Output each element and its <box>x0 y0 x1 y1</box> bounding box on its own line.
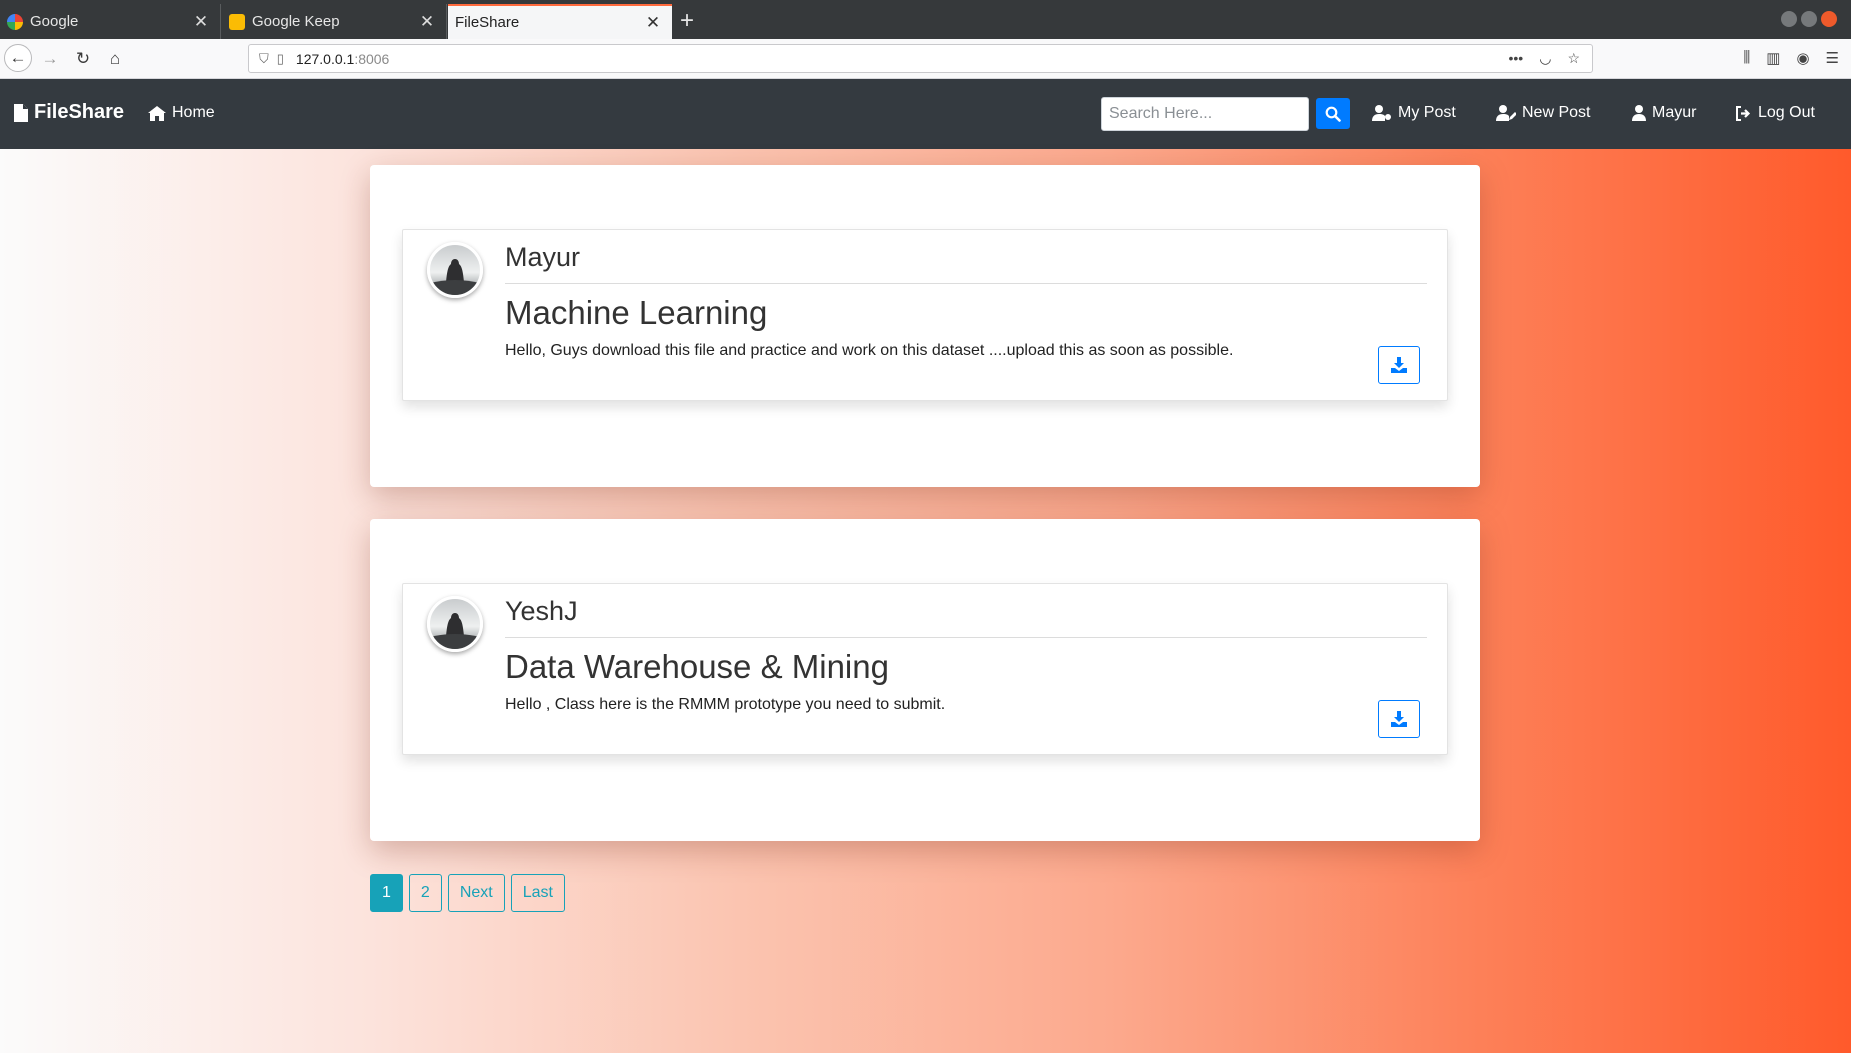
post-item: Mayur Machine Learning Hello, Guys downl… <box>402 229 1448 401</box>
search-icon <box>1325 106 1341 122</box>
file-icon <box>14 103 28 122</box>
forward-icon[interactable]: → <box>38 47 62 71</box>
last-page-button[interactable]: Last <box>510 874 565 912</box>
post-author: Mayur <box>505 242 581 272</box>
post-title: Data Warehouse & Mining <box>505 648 889 685</box>
minimize-icon[interactable] <box>1781 11 1797 27</box>
google-icon <box>7 13 23 30</box>
url-host: 127.0.0.1 <box>295 50 355 67</box>
page-1-button[interactable]: 1 <box>370 874 403 912</box>
person-silhouette-icon <box>430 613 480 649</box>
tab-fileshare[interactable]: FileShare ✕ <box>448 4 672 39</box>
back-icon[interactable]: ← <box>4 44 32 72</box>
tab-label: Google <box>30 13 79 30</box>
tab-google[interactable]: Google ✕ <box>0 4 221 39</box>
search-input[interactable] <box>1101 97 1309 131</box>
user-icon <box>1632 105 1646 121</box>
nav-logout[interactable]: Log Out <box>1735 104 1815 122</box>
post-description: Hello , Class here is the RMMM prototype… <box>505 696 946 713</box>
pagination: 1 2 Next Last <box>370 874 565 912</box>
tab-label: FileShare <box>455 14 520 31</box>
nav-new-post-label: New Post <box>1522 104 1591 121</box>
pocket-icon[interactable]: ◡ <box>1539 50 1551 67</box>
nav-logout-label: Log Out <box>1758 104 1815 121</box>
user-edit-icon <box>1496 105 1516 121</box>
home-icon[interactable]: ⌂ <box>103 47 127 71</box>
url-port: :8006 <box>354 50 390 67</box>
nav-user[interactable]: Mayur <box>1632 104 1696 122</box>
download-icon <box>1391 711 1407 727</box>
post-title: Machine Learning <box>505 294 768 331</box>
reload-icon[interactable]: ↻ <box>71 47 95 71</box>
home-icon <box>148 105 166 121</box>
nav-user-label: Mayur <box>1652 104 1697 121</box>
nav-new-post[interactable]: New Post <box>1496 104 1590 122</box>
sidebar-icon[interactable]: ▥ <box>1766 49 1780 67</box>
nav-my-post-label: My Post <box>1398 104 1456 121</box>
more-icon[interactable]: ••• <box>1509 50 1524 67</box>
window-close-icon[interactable] <box>1821 11 1837 27</box>
download-button[interactable] <box>1378 700 1420 738</box>
download-icon <box>1391 357 1407 373</box>
avatar <box>427 596 483 652</box>
next-page-button[interactable]: Next <box>447 874 505 912</box>
post-description: Hello, Guys download this file and pract… <box>505 342 1234 359</box>
keep-icon <box>229 13 245 30</box>
shield-icon[interactable]: ⛉ <box>259 51 269 67</box>
post-card: Mayur Machine Learning Hello, Guys downl… <box>370 165 1480 487</box>
person-silhouette-icon <box>430 259 480 295</box>
close-icon[interactable]: ✕ <box>644 13 662 33</box>
download-button[interactable] <box>1378 346 1420 384</box>
window-controls <box>1781 11 1837 27</box>
close-icon[interactable]: ✕ <box>418 12 436 32</box>
avatar <box>427 242 483 298</box>
nav-home-label: Home <box>172 104 215 121</box>
nav-home[interactable]: Home <box>148 104 215 122</box>
post-card: YeshJ Data Warehouse & Mining Hello , Cl… <box>370 519 1480 841</box>
maximize-icon[interactable] <box>1801 11 1817 27</box>
search-button[interactable] <box>1316 98 1350 129</box>
post-item: YeshJ Data Warehouse & Mining Hello , Cl… <box>402 583 1448 755</box>
account-icon[interactable]: ◉ <box>1796 49 1809 67</box>
browser-toolbar: ← → ↻ ⌂ ⛉ ▯ 127.0.0.1:8006 ••• ◡ ☆ ⫼ ▥ ◉… <box>0 39 1851 79</box>
tab-label: Google Keep <box>252 13 340 30</box>
brand-label: FileShare <box>34 101 125 123</box>
sign-out-icon <box>1736 105 1751 121</box>
browser-tab-bar: Google ✕ Google Keep ✕ FileShare ✕ + <box>0 0 1851 39</box>
nav-my-post[interactable]: My Post <box>1372 104 1456 122</box>
main-content: Mayur Machine Learning Hello, Guys downl… <box>0 149 1851 1053</box>
menu-icon[interactable]: ☰ <box>1826 49 1839 67</box>
site-navbar: FileShare Home My Post New Post Mayur Lo… <box>0 79 1851 149</box>
url-bar[interactable]: ⛉ ▯ 127.0.0.1:8006 ••• ◡ ☆ <box>248 44 1593 73</box>
brand-link[interactable]: FileShare <box>14 101 124 124</box>
close-icon[interactable]: ✕ <box>192 12 210 32</box>
library-icon[interactable]: ⫼ <box>1743 49 1750 67</box>
divider <box>505 637 1427 638</box>
page-2-button[interactable]: 2 <box>408 874 442 912</box>
tab-google-keep[interactable]: Google Keep ✕ <box>222 4 447 39</box>
new-tab-icon[interactable]: + <box>680 6 694 36</box>
user-cog-icon <box>1372 105 1391 121</box>
page-icon: ▯ <box>276 50 284 66</box>
bookmark-star-icon[interactable]: ☆ <box>1567 50 1580 67</box>
post-author: YeshJ <box>505 596 578 626</box>
divider <box>505 283 1427 284</box>
